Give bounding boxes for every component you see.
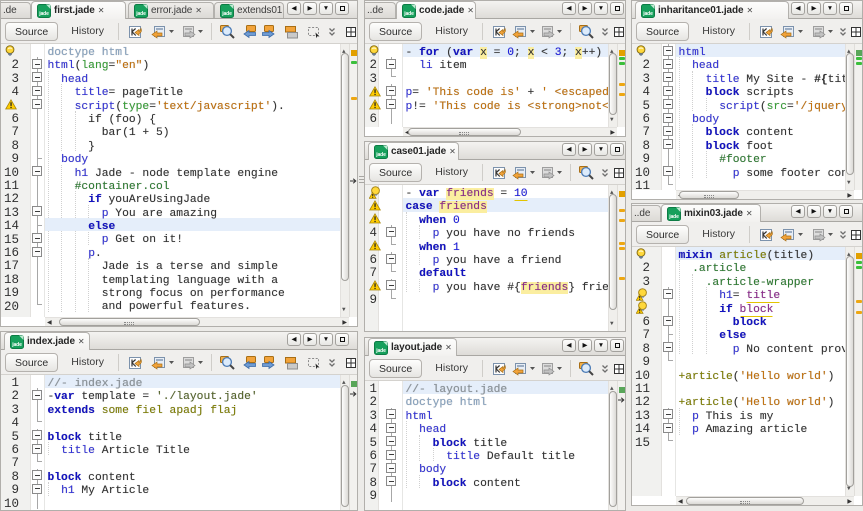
svg-text:jade: jade <box>221 11 232 17</box>
svg-text:jade: jade <box>642 11 653 17</box>
svg-text:jade: jade <box>375 152 386 158</box>
svg-text:jade: jade <box>11 342 22 348</box>
svg-text:jade: jade <box>403 11 414 17</box>
svg-text:jade: jade <box>375 348 386 354</box>
svg-text:jade: jade <box>135 11 146 17</box>
svg-text:jade: jade <box>668 214 679 220</box>
svg-text:jade: jade <box>38 11 49 17</box>
